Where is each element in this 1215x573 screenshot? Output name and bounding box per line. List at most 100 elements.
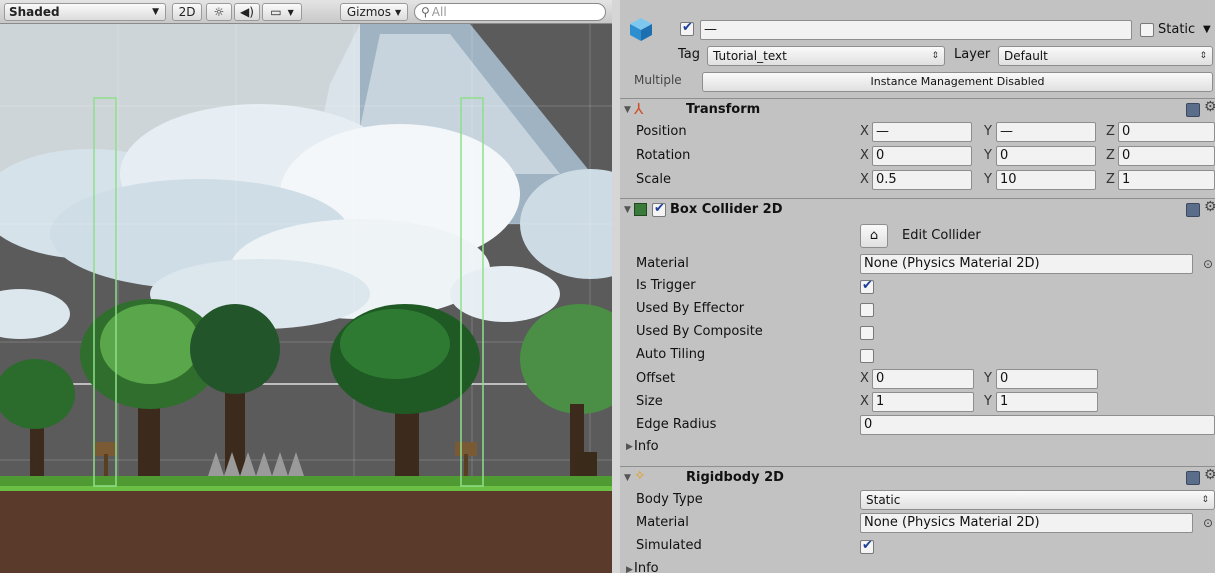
axis-x-label: X — [860, 394, 869, 409]
position-z-field[interactable]: 0 — [1118, 122, 1215, 142]
chevron-down-icon: ▼ — [287, 7, 294, 17]
axis-x-label: X — [860, 124, 869, 139]
instance-management-label: Instance Management Disabled — [870, 75, 1045, 88]
scale-z-value: 1 — [1122, 172, 1131, 187]
scene-effects-button[interactable]: ▭ ▼ — [262, 3, 302, 21]
help-book-icon[interactable] — [1186, 203, 1200, 217]
axis-y-label: Y — [984, 124, 992, 139]
used-by-composite-checkbox[interactable] — [860, 326, 874, 340]
edit-collider-button[interactable]: ⌂ — [860, 224, 888, 248]
inspector-panel: — Static ▼ Tag Tutorial_text ⇕ Layer Def… — [612, 0, 1215, 573]
gear-icon[interactable]: ⚙ — [1204, 99, 1215, 115]
axis-y-label: Y — [984, 172, 992, 187]
instance-management-button[interactable]: Instance Management Disabled — [702, 72, 1213, 92]
size-y-value: 1 — [1000, 394, 1009, 409]
object-picker-icon[interactable]: ⊙ — [1203, 257, 1213, 271]
axis-z-label: Z — [1106, 172, 1115, 187]
rigidbody-icon: ✧ — [634, 468, 646, 484]
edge-radius-field[interactable]: 0 — [860, 415, 1215, 435]
body-type-dropdown[interactable]: Static ⇕ — [860, 490, 1215, 510]
scale-z-field[interactable]: 1 — [1118, 170, 1215, 190]
rotation-y-field[interactable]: 0 — [996, 146, 1096, 166]
axis-x-label: X — [860, 371, 869, 386]
dirt-ground — [0, 491, 612, 573]
info-foldout-arrow-icon[interactable]: ▶ — [626, 442, 633, 452]
offset-x-field[interactable]: 0 — [872, 369, 974, 389]
foldout-arrow-icon[interactable]: ▼ — [624, 105, 631, 115]
box-collider-enabled-checkbox[interactable] — [652, 201, 666, 217]
material-field[interactable]: None (Physics Material 2D) — [860, 254, 1193, 274]
image-icon: ▭ — [270, 5, 282, 19]
scene-audio-button[interactable]: ◀) — [234, 3, 260, 21]
layer-value: Default — [1004, 49, 1048, 63]
object-picker-icon[interactable]: ⊙ — [1203, 516, 1213, 530]
axis-x-label: X — [860, 172, 869, 187]
edit-collider-label: Edit Collider — [902, 228, 981, 243]
foldout-arrow-icon[interactable]: ▼ — [624, 473, 631, 483]
rigidbody-header[interactable]: ▼ ✧ Rigidbody 2D ⚙ — [620, 466, 1215, 488]
scene-lighting-button[interactable]: ☼ — [206, 3, 232, 21]
gear-icon[interactable]: ⚙ — [1204, 467, 1215, 483]
rotation-z-field[interactable]: 0 — [1118, 146, 1215, 166]
rigidbody-info-label[interactable]: Info — [634, 559, 659, 573]
axis-y-label: Y — [984, 371, 992, 386]
used-by-effector-label: Used By Effector — [636, 301, 745, 316]
sun-icon: ☼ — [213, 5, 225, 19]
box-collider-title: Box Collider 2D — [670, 202, 783, 217]
scene-canvas[interactable] — [0, 24, 612, 573]
size-x-field[interactable]: 1 — [872, 392, 974, 412]
simulated-checkbox[interactable] — [860, 538, 874, 554]
toggle-2d-button[interactable]: 2D — [172, 3, 202, 21]
chevron-updown-icon: ⇕ — [1199, 51, 1207, 61]
name-field[interactable]: — — [700, 20, 1132, 40]
rb-material-field[interactable]: None (Physics Material 2D) — [860, 513, 1193, 533]
collider-info-label[interactable]: Info — [634, 437, 659, 457]
transform-header[interactable]: ▼ ⅄ Transform ⚙ — [620, 98, 1215, 120]
chevron-down-icon[interactable]: ▼ — [1203, 24, 1211, 35]
scale-x-field[interactable]: 0.5 — [872, 170, 972, 190]
rotation-x-field[interactable]: 0 — [872, 146, 972, 166]
tag-dropdown[interactable]: Tutorial_text ⇕ — [707, 46, 945, 66]
position-x-field[interactable]: — — [872, 122, 972, 142]
shading-mode-dropdown[interactable]: Shaded ▼ — [4, 3, 166, 21]
gizmos-dropdown[interactable]: Gizmos ▼ — [340, 3, 408, 21]
position-label: Position — [636, 124, 687, 139]
box-collider-header[interactable]: ▼ Box Collider 2D ⚙ — [620, 198, 1215, 220]
info-foldout-arrow-icon[interactable]: ▶ — [626, 565, 633, 573]
transform-title: Transform — [686, 102, 761, 117]
axis-x-label: X — [860, 148, 869, 163]
axis-z-label: Z — [1106, 124, 1115, 139]
gameobject-icon — [628, 16, 654, 42]
size-y-field[interactable]: 1 — [996, 392, 1098, 412]
foldout-arrow-icon[interactable]: ▼ — [624, 205, 631, 215]
axis-y-label: Y — [984, 148, 992, 163]
edge-radius-label: Edge Radius — [636, 417, 717, 432]
static-checkbox[interactable] — [1140, 23, 1154, 37]
toggle-2d-label: 2D — [178, 5, 196, 19]
position-y-value: — — [1000, 124, 1013, 139]
grass-highlight — [0, 486, 612, 491]
scale-y-value: 10 — [1000, 172, 1017, 187]
rotation-z-value: 0 — [1122, 148, 1131, 163]
offset-y-value: 0 — [1000, 371, 1009, 386]
used-by-effector-checkbox[interactable] — [860, 303, 874, 317]
layer-dropdown[interactable]: Default ⇕ — [998, 46, 1213, 66]
material-value: None (Physics Material 2D) — [864, 256, 1040, 271]
position-z-value: 0 — [1122, 124, 1131, 139]
chevron-updown-icon: ⇕ — [931, 51, 939, 61]
position-y-field[interactable]: — — [996, 122, 1096, 142]
axis-y-label: Y — [984, 394, 992, 409]
scene-view[interactable]: Shaded ▼ 2D ☼ ◀) ▭ ▼ Gizmos ▼ ⚲ All — [0, 0, 612, 573]
is-trigger-checkbox[interactable] — [860, 278, 874, 294]
offset-y-field[interactable]: 0 — [996, 369, 1098, 389]
help-book-icon[interactable] — [1186, 103, 1200, 117]
active-checkbox[interactable] — [680, 20, 694, 36]
scale-y-field[interactable]: 10 — [996, 170, 1096, 190]
scene-toolbar: Shaded ▼ 2D ☼ ◀) ▭ ▼ Gizmos ▼ ⚲ All — [0, 0, 612, 24]
gear-icon[interactable]: ⚙ — [1204, 199, 1215, 215]
chevron-down-icon: ▼ — [152, 7, 159, 17]
auto-tiling-checkbox[interactable] — [860, 349, 874, 363]
scene-search-input[interactable]: ⚲ All — [414, 3, 606, 21]
help-book-icon[interactable] — [1186, 471, 1200, 485]
search-placeholder: All — [431, 5, 447, 19]
